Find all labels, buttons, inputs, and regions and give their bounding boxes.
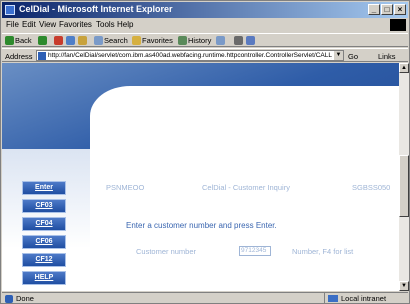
page-done-icon — [5, 295, 13, 303]
menu-file[interactable]: File — [6, 20, 19, 29]
browser-window: CelDial - Microsoft Internet Explorer _ … — [0, 0, 410, 304]
ie-icon — [5, 5, 15, 15]
screen-title: CelDial - Customer Inquiry — [202, 183, 290, 192]
menu-tools[interactable]: Tools — [96, 20, 115, 29]
security-zone: Local intranet — [324, 293, 408, 304]
vertical-scrollbar[interactable]: ▲ ▼ — [399, 63, 409, 291]
history-icon[interactable] — [178, 36, 187, 45]
forward-arrow-icon[interactable] — [38, 36, 47, 45]
menu-edit[interactable]: Edit — [22, 20, 36, 29]
nav-button-cf03[interactable]: CF03 — [22, 199, 66, 213]
favorites-icon[interactable] — [132, 36, 141, 45]
address-label: Address — [5, 52, 33, 61]
address-url[interactable]: http://fan/CelDial/servlet/com.ibm.as400… — [48, 52, 332, 59]
scroll-up-icon[interactable]: ▲ — [399, 63, 409, 73]
nav-button-help[interactable]: HELP — [22, 271, 66, 285]
windows-logo-icon — [390, 19, 406, 31]
search-icon[interactable] — [94, 36, 103, 45]
back-arrow-icon[interactable] — [5, 36, 14, 45]
scroll-down-icon[interactable]: ▼ — [399, 281, 409, 291]
chevron-down-icon[interactable]: ▼ — [334, 51, 343, 60]
zone-label: Local intranet — [341, 294, 387, 303]
menu-favorites[interactable]: Favorites — [59, 20, 92, 29]
history-button[interactable]: History — [188, 36, 211, 45]
minimize-button[interactable]: _ — [368, 4, 380, 15]
scroll-thumb[interactable] — [399, 155, 409, 217]
status-bar: Done Local intranet — [2, 292, 408, 304]
mail-icon[interactable] — [216, 36, 225, 45]
nav-button-enter[interactable]: Enter — [22, 181, 66, 195]
status-text: Done — [16, 294, 34, 303]
toolbar: Back Search Favorites History — [2, 33, 408, 47]
search-button[interactable]: Search — [104, 36, 128, 45]
nav-button-cf06[interactable]: CF06 — [22, 235, 66, 249]
favorites-button[interactable]: Favorites — [142, 36, 173, 45]
customer-number-hint: Number, F4 for list — [292, 247, 354, 256]
edit-icon[interactable] — [246, 36, 255, 45]
intranet-icon — [328, 295, 338, 302]
title-bar: CelDial - Microsoft Internet Explorer _ … — [2, 2, 408, 18]
app-title: CelDial — [208, 89, 296, 118]
print-icon[interactable] — [234, 36, 243, 45]
menu-view[interactable]: View — [39, 20, 56, 29]
customer-number-input[interactable]: 9712345 — [239, 246, 271, 256]
instruction-text: Enter a customer number and press Enter. — [126, 221, 277, 230]
menu-bar: File Edit View Favorites Tools Help — [2, 19, 408, 32]
window-title: CelDial - Microsoft Internet Explorer — [19, 4, 173, 14]
stop-icon[interactable] — [54, 36, 63, 45]
address-bar: Address http://fan/CelDial/servlet/com.i… — [2, 48, 408, 62]
back-button[interactable]: Back — [15, 36, 32, 45]
page-content: CelDial Enter CF03 CF04 CF06 CF12 HELP P… — [2, 63, 399, 291]
customer-number-label: Customer number — [136, 247, 197, 256]
program-name: PSNMEOO — [106, 183, 145, 192]
home-icon[interactable] — [78, 36, 87, 45]
go-button[interactable]: Go — [348, 52, 358, 61]
links-button[interactable]: Links — [378, 52, 396, 61]
menu-help[interactable]: Help — [117, 20, 133, 29]
nav-button-cf04[interactable]: CF04 — [22, 217, 66, 231]
maximize-button[interactable]: □ — [381, 4, 393, 15]
nav-button-cf12[interactable]: CF12 — [22, 253, 66, 267]
close-button[interactable]: × — [394, 4, 406, 15]
system-name: SGBSS050 — [352, 183, 391, 192]
address-input[interactable]: http://fan/CelDial/servlet/com.ibm.as400… — [36, 50, 344, 61]
refresh-icon[interactable] — [66, 36, 75, 45]
page-icon — [38, 52, 46, 60]
